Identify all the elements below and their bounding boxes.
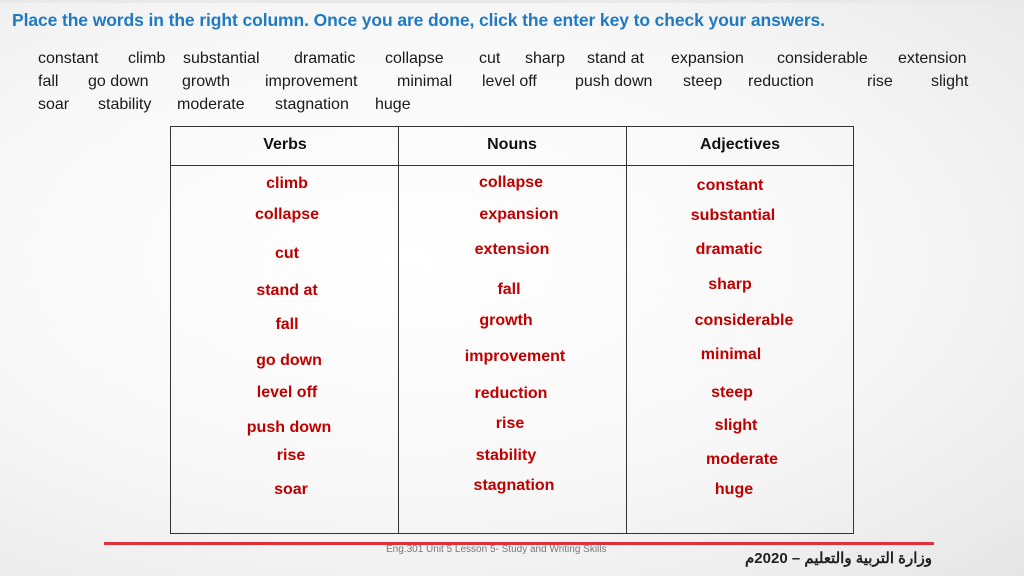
noun-answer: stagnation bbox=[473, 477, 555, 494]
word-bank-item: stand at bbox=[587, 50, 644, 67]
word-bank-item: climb bbox=[128, 50, 166, 67]
classification-table: Verbs Nouns Adjectives climb collapse cu… bbox=[170, 126, 854, 534]
adjective-answer: steep bbox=[711, 384, 753, 401]
adjective-answer: huge bbox=[714, 481, 754, 498]
word-bank-item: improvement bbox=[265, 73, 358, 90]
column-divider bbox=[398, 127, 399, 533]
header-divider bbox=[171, 165, 853, 166]
verb-answer: go down bbox=[256, 352, 322, 369]
noun-answer: collapse bbox=[478, 174, 544, 191]
noun-answer: extension bbox=[474, 241, 550, 258]
adjective-answer: substantial bbox=[690, 207, 776, 224]
word-bank-item: sharp bbox=[525, 50, 566, 67]
column-divider bbox=[626, 127, 627, 533]
word-bank-item: minimal bbox=[397, 73, 453, 90]
noun-answer: reduction bbox=[474, 385, 548, 402]
verb-answer: stand at bbox=[256, 282, 318, 299]
adjective-answer: moderate bbox=[705, 451, 779, 468]
word-bank-item: moderate bbox=[177, 96, 245, 113]
noun-answer: expansion bbox=[479, 206, 559, 223]
word-bank-item: reduction bbox=[748, 73, 814, 90]
word-bank-item: soar bbox=[38, 96, 70, 113]
verb-answer: push down bbox=[246, 419, 332, 436]
noun-answer: growth bbox=[479, 312, 533, 329]
noun-answer: rise bbox=[495, 415, 525, 432]
header-nouns: Nouns bbox=[487, 136, 537, 153]
word-bank-item: stability bbox=[98, 96, 152, 113]
word-bank-item: considerable bbox=[777, 50, 868, 67]
noun-answer: fall bbox=[497, 281, 521, 298]
word-bank-item: collapse bbox=[385, 50, 444, 67]
adjective-answer: slight bbox=[714, 417, 758, 434]
footer-course-label: Eng.301 Unit 5 Lesson 5- Study and Writi… bbox=[386, 544, 607, 555]
word-bank-item: growth bbox=[182, 73, 231, 90]
word-bank-item: huge bbox=[375, 96, 411, 113]
verb-answer: soar bbox=[274, 481, 308, 498]
verb-answer: fall bbox=[275, 316, 299, 333]
adjective-answer: dramatic bbox=[695, 241, 763, 258]
adjective-answer: considerable bbox=[694, 312, 794, 329]
word-bank-item: extension bbox=[898, 50, 967, 67]
noun-answer: stability bbox=[475, 447, 537, 464]
word-bank-item: fall bbox=[38, 73, 59, 90]
word-bank-item: constant bbox=[38, 50, 99, 67]
word-bank-item: stagnation bbox=[275, 96, 349, 113]
verb-answer: collapse bbox=[254, 206, 320, 223]
verb-answer: cut bbox=[275, 245, 299, 262]
word-bank-item: expansion bbox=[671, 50, 744, 67]
word-bank-item: push down bbox=[575, 73, 653, 90]
word-bank-item: go down bbox=[88, 73, 149, 90]
word-bank-item: cut bbox=[479, 50, 501, 67]
header-adjectives: Adjectives bbox=[699, 136, 781, 153]
adjective-answer: constant bbox=[696, 177, 764, 194]
word-bank-item: rise bbox=[867, 73, 893, 90]
word-bank-item: slight bbox=[931, 73, 969, 90]
verb-answer: level off bbox=[256, 384, 318, 401]
header-verbs: Verbs bbox=[263, 136, 307, 153]
word-bank-item: substantial bbox=[183, 50, 260, 67]
word-bank: constant climb substantial dramatic coll… bbox=[0, 0, 1024, 120]
adjective-answer: sharp bbox=[708, 276, 752, 293]
word-bank-item: dramatic bbox=[294, 50, 356, 67]
word-bank-item: steep bbox=[683, 73, 723, 90]
footer-ministry-label: وزارة التربية والتعليم – 2020م bbox=[745, 550, 932, 567]
noun-answer: improvement bbox=[464, 348, 566, 365]
verb-answer: rise bbox=[276, 447, 306, 464]
adjective-answer: minimal bbox=[700, 346, 762, 363]
word-bank-item: level off bbox=[482, 73, 537, 90]
verb-answer: climb bbox=[266, 175, 308, 192]
